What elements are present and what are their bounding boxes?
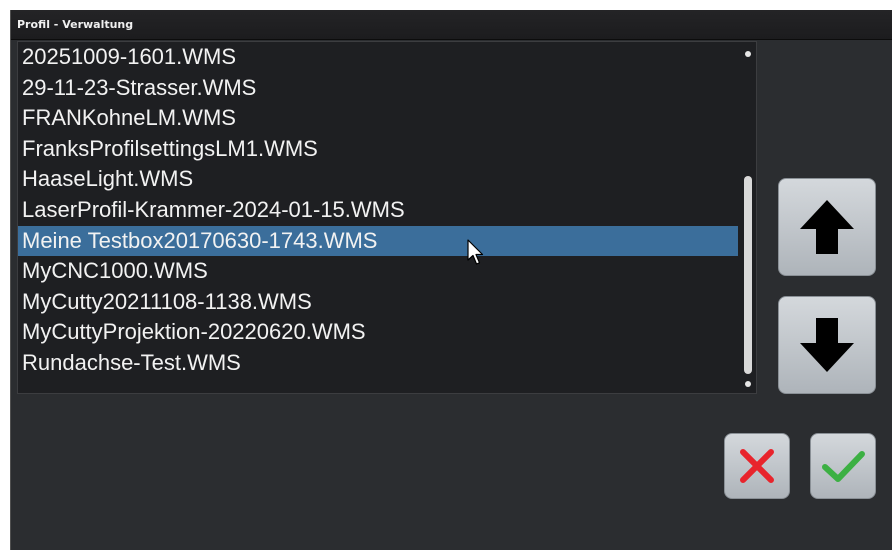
title-bar[interactable]: Profil - Verwaltung: [11, 10, 892, 40]
confirm-button[interactable]: [810, 433, 876, 499]
profile-listbox[interactable]: 20251009-1601.WMS 29-11-23-Strasser.WMS …: [17, 41, 757, 394]
arrow-down-icon: [800, 318, 854, 372]
check-icon: [822, 451, 865, 482]
list-item[interactable]: MyCuttyProjektion-20220620.WMS: [18, 317, 738, 348]
vertical-scrollbar[interactable]: [740, 42, 756, 393]
scroll-thumb[interactable]: [744, 176, 752, 374]
list-item[interactable]: Rundachse-Test.WMS: [18, 348, 738, 379]
list-item[interactable]: FranksProfilsettingsLM1.WMS: [18, 134, 738, 165]
cross-icon: [740, 449, 774, 483]
move-up-button[interactable]: [778, 178, 876, 276]
list-item[interactable]: 29-11-23-Strasser.WMS: [18, 73, 738, 104]
list-item[interactable]: FRANKohneLM.WMS: [18, 103, 738, 134]
arrow-up-icon: [800, 200, 854, 254]
scroll-down-dot[interactable]: [745, 381, 751, 387]
list-item-selected[interactable]: Meine Testbox20170630-1743.WMS: [18, 225, 738, 257]
list-item[interactable]: HaaseLight.WMS: [18, 164, 738, 195]
window-title: Profil - Verwaltung: [17, 18, 134, 31]
scroll-up-dot[interactable]: [745, 51, 751, 57]
list-item[interactable]: MyCutty20211108-1138.WMS: [18, 287, 738, 318]
list-item[interactable]: 20251009-1601.WMS: [18, 42, 738, 73]
list-item[interactable]: MyCNC1000.WMS: [18, 256, 738, 287]
move-down-button[interactable]: [778, 296, 876, 394]
profile-management-window: Profil - Verwaltung 20251009-1601.WMS 29…: [10, 10, 892, 550]
cancel-button[interactable]: [724, 433, 790, 499]
profile-list: 20251009-1601.WMS 29-11-23-Strasser.WMS …: [18, 42, 738, 379]
list-item[interactable]: LaserProfil-Krammer-2024-01-15.WMS: [18, 195, 738, 226]
